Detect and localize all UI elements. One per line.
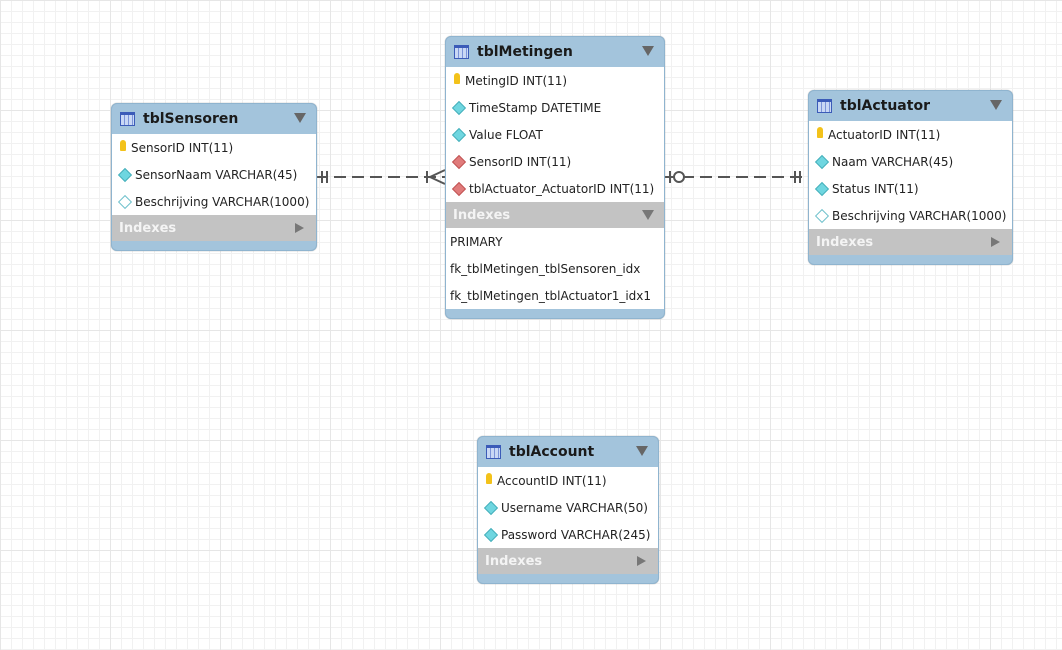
expand-arrow-icon[interactable] [991,237,1000,247]
table-sensoren[interactable]: tblSensoren SensorID INT(11) SensorNaam VA… [111,103,317,251]
foreign-key-icon [451,181,467,196]
table-name: tblSensoren [143,111,239,127]
expand-arrow-icon[interactable] [637,556,646,566]
indexes-section[interactable]: Indexes [809,229,1012,255]
column-row[interactable]: Beschrijving VARCHAR(1000) [112,188,316,215]
column-label: Beschrijving VARCHAR(1000) [135,194,310,209]
column-row[interactable]: Username VARCHAR(50) [478,494,658,521]
table-icon [486,445,501,459]
column-row[interactable]: Password VARCHAR(245) [478,521,658,548]
column-label: TimeStamp DATETIME [469,100,602,115]
table-header[interactable]: tblSensoren [112,104,316,134]
column-row[interactable]: SensorID INT(11) [112,134,316,161]
collapse-arrow-icon[interactable] [642,46,654,56]
not-null-column-icon [814,154,830,169]
indexes-label: Indexes [485,553,543,569]
collapse-arrow-icon[interactable] [294,113,306,123]
column-label: Beschrijving VARCHAR(1000) [832,208,1007,223]
column-label: Username VARCHAR(50) [501,500,648,515]
primary-key-icon [120,140,126,151]
column-label: ActuatorID INT(11) [828,127,941,142]
not-null-column-icon [117,167,133,182]
not-null-column-icon [483,500,499,515]
table-footer [112,241,316,250]
not-null-column-icon [814,181,830,196]
table-footer [478,574,658,583]
index-row[interactable]: fk_tblMetingen_tblSensoren_idx [446,255,664,282]
column-row[interactable]: AccountID INT(11) [478,467,658,494]
table-name: tblMetingen [477,44,573,60]
column-label: Value FLOAT [469,127,543,142]
indexes-section[interactable]: Indexes [112,215,316,241]
expand-arrow-icon[interactable] [295,223,304,233]
column-row[interactable]: ActuatorID INT(11) [809,121,1012,148]
column-row[interactable]: Beschrijving VARCHAR(1000) [809,202,1012,229]
index-row[interactable]: PRIMARY [446,228,664,255]
indexes-label: Indexes [119,220,177,236]
indexes-section[interactable]: Indexes [446,202,664,228]
table-metingen[interactable]: tblMetingen MetingID INT(11) TimeStamp DAT… [445,36,665,319]
not-null-column-icon [451,127,467,142]
not-null-column-icon [483,527,499,542]
collapse-arrow-icon[interactable] [642,210,654,220]
column-label: tblActuator_ActuatorID INT(11) [469,181,655,196]
indexes-label: Indexes [453,207,511,223]
table-icon [817,99,832,113]
indexes-label: Indexes [816,234,874,250]
table-name: tblActuator [840,98,930,114]
column-label: SensorNaam VARCHAR(45) [135,167,298,182]
column-row[interactable]: SensorID INT(11) [446,148,664,175]
primary-key-icon [486,473,492,484]
table-header[interactable]: tblMetingen [446,37,664,67]
table-icon [454,45,469,59]
table-header[interactable]: tblAccount [478,437,658,467]
foreign-key-icon [451,154,467,169]
column-row[interactable]: TimeStamp DATETIME [446,94,664,121]
table-icon [120,112,135,126]
index-row[interactable]: fk_tblMetingen_tblActuator1_idx1 [446,282,664,309]
not-null-column-icon [451,100,467,115]
column-row[interactable]: tblActuator_ActuatorID INT(11) [446,175,664,202]
column-label: SensorID INT(11) [131,140,234,155]
table-account[interactable]: tblAccount AccountID INT(11) Username VARC… [477,436,659,584]
nullable-column-icon [814,208,830,223]
column-label: Naam VARCHAR(45) [832,154,954,169]
column-label: Status INT(11) [832,181,919,196]
indexes-section[interactable]: Indexes [478,548,658,574]
column-row[interactable]: SensorNaam VARCHAR(45) [112,161,316,188]
primary-key-icon [454,73,460,84]
collapse-arrow-icon[interactable] [990,100,1002,110]
table-header[interactable]: tblActuator [809,91,1012,121]
column-label: MetingID INT(11) [465,73,568,88]
column-row[interactable]: Value FLOAT [446,121,664,148]
column-row[interactable]: Naam VARCHAR(45) [809,148,1012,175]
table-footer [446,309,664,318]
column-row[interactable]: Status INT(11) [809,175,1012,202]
nullable-column-icon [117,194,133,209]
table-name: tblAccount [509,444,595,460]
table-footer [809,255,1012,264]
column-label: AccountID INT(11) [497,473,607,488]
column-label: SensorID INT(11) [469,154,572,169]
column-row[interactable]: MetingID INT(11) [446,67,664,94]
primary-key-icon [817,127,823,138]
collapse-arrow-icon[interactable] [636,446,648,456]
table-actuator[interactable]: tblActuator ActuatorID INT(11) Naam VARCHA… [808,90,1013,265]
column-label: Password VARCHAR(245) [501,527,651,542]
